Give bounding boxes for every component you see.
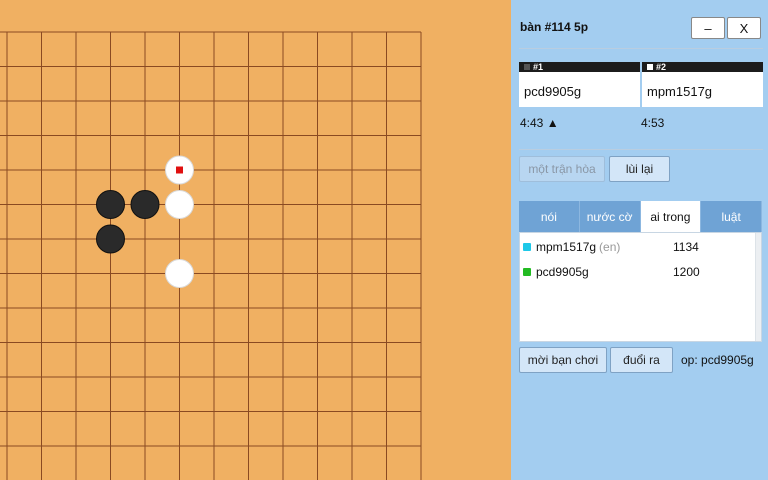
player-1-name: pcd9905g	[524, 84, 582, 99]
user-tag: (en)	[599, 240, 621, 254]
black-stone	[96, 224, 125, 254]
tab-bar: nói nước cờ ai trong luật	[519, 201, 762, 232]
last-move-marker	[176, 166, 183, 174]
status-dot-icon	[523, 243, 531, 251]
user-rating: 1134	[673, 240, 699, 254]
tab-chat[interactable]: nói	[519, 201, 580, 232]
offer-draw-button[interactable]: một trận hòa	[519, 156, 605, 182]
black-stone	[130, 190, 160, 219]
tab-moves[interactable]: nước cờ	[579, 201, 641, 232]
board-grid[interactable]	[0, 0, 511, 480]
user-name: pcd9905g	[536, 265, 589, 279]
player-2-box: #2 mpm1517g	[642, 62, 763, 107]
minimize-button[interactable]: –	[691, 17, 725, 39]
player-1-header: #1	[519, 62, 640, 72]
player-1-slot: #1	[533, 62, 544, 72]
undo-button[interactable]: lùi lại	[609, 156, 670, 182]
game-board[interactable]	[0, 0, 511, 480]
invite-button[interactable]: mời bạn chơi	[519, 347, 607, 373]
player-2-header: #2	[642, 62, 763, 72]
player-1-timer: 4:43 ▲	[520, 116, 559, 130]
player-2-slot: #2	[656, 62, 667, 72]
status-dot-icon	[523, 268, 531, 276]
white-stone	[165, 259, 194, 288]
user-rating: 1200	[673, 265, 700, 279]
divider	[519, 149, 763, 150]
table-title: bàn #114 5p	[520, 20, 589, 34]
player-2-timer: 4:53	[641, 116, 665, 130]
tab-rules[interactable]: luật	[701, 201, 762, 232]
user-name: mpm1517g	[536, 240, 597, 254]
tab-users[interactable]: ai trong	[640, 201, 702, 232]
operator-label: op: pcd9905g	[681, 353, 754, 367]
player-2-name: mpm1517g	[647, 84, 713, 99]
kick-button[interactable]: đuổi ra	[610, 347, 673, 373]
divider	[519, 48, 763, 49]
side-panel: bàn #114 5p – X #1 pcd9905g #2 mpm1517g …	[511, 0, 768, 480]
black-stone	[96, 190, 125, 219]
user-list-scrollbar[interactable]	[755, 233, 761, 341]
player-1-box: #1 pcd9905g	[519, 62, 640, 107]
close-button[interactable]: X	[727, 17, 761, 39]
stone-marker-icon	[647, 64, 653, 70]
white-stone	[165, 190, 194, 219]
list-item[interactable]: mpm1517g (en) 1134	[523, 240, 699, 254]
list-item[interactable]: pcd9905g 1200	[523, 265, 700, 279]
stone-marker-icon	[524, 64, 530, 70]
